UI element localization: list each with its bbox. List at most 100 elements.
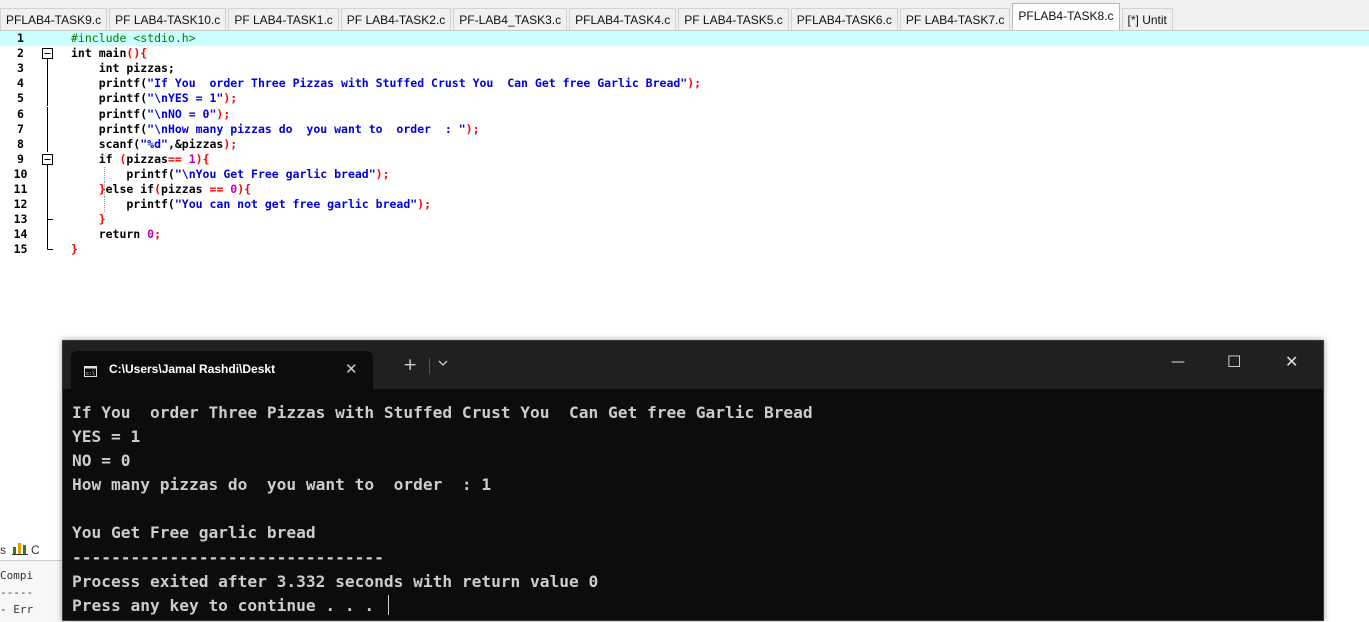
terminal-output[interactable]: If You order Three Pizzas with Stuffed C…: [72, 401, 813, 618]
code-text[interactable]: printf("If You order Three Pizzas with S…: [71, 76, 701, 91]
fold-guide: [41, 91, 63, 107]
code-text[interactable]: printf("\nNO = 0");: [71, 106, 231, 122]
code-token: scanf(: [71, 136, 141, 151]
code-line[interactable]: 11 }else if(pizzas == 0){: [0, 182, 1369, 197]
code-line[interactable]: 2 int main(){: [0, 46, 1369, 62]
line-number: 6: [17, 106, 24, 121]
fold-guide: [41, 227, 63, 243]
code-text[interactable]: int main(){: [71, 46, 147, 61]
code-token: ==: [167, 151, 189, 166]
line-number: 4: [17, 76, 24, 91]
indent-guide: [104, 182, 105, 197]
code-text[interactable]: if (pizzas== 1){: [71, 152, 210, 167]
file-tab[interactable]: PFLAB4-TASK6.c: [790, 8, 898, 30]
code-line[interactable]: 7 printf("\nHow many pizzas do you want …: [0, 121, 1369, 137]
code-line[interactable]: 3 int pizzas;: [0, 61, 1369, 77]
terminal-line-text: NO = 0: [72, 451, 131, 471]
code-text[interactable]: printf("You can not get free garlic brea…: [71, 197, 431, 212]
compiler-log-line: -----: [0, 586, 34, 599]
code-token: ;: [154, 227, 162, 242]
code-token: ){: [195, 151, 210, 166]
code-line[interactable]: 12 printf("You can not get free garlic b…: [0, 197, 1369, 213]
code-text[interactable]: #include <stdio.h>: [71, 31, 196, 46]
file-tab[interactable]: PF LAB4-TASK7.c: [899, 8, 1011, 30]
line-number: 13: [13, 212, 28, 227]
terminal-line-text: Press any key to continue . . .: [72, 595, 384, 615]
line-number: 1: [17, 31, 24, 45]
code-line[interactable]: 5 printf("\nYES = 1");: [0, 91, 1369, 107]
file-tab[interactable]: PFLAB4-TASK9.c: [0, 8, 108, 30]
file-tab[interactable]: PFLAB4-TASK8.c: [1012, 3, 1120, 30]
code-token: ==: [209, 182, 231, 196]
panel-tab-letter[interactable]: C: [31, 543, 40, 557]
code-line[interactable]: 1 #include <stdio.h>: [0, 31, 1369, 46]
file-tab[interactable]: [*] Untit: [1121, 8, 1173, 30]
code-line[interactable]: 4 printf("If You order Three Pizzas with…: [0, 76, 1369, 92]
line-number: 9: [17, 151, 24, 166]
code-text[interactable]: }else if(pizzas == 0){: [71, 182, 251, 197]
file-tab[interactable]: PF LAB4-TASK1.c: [228, 8, 339, 30]
code-line[interactable]: 15}: [0, 242, 1369, 257]
code-token: ,&pizzas: [167, 136, 224, 151]
code-token: main: [98, 46, 127, 61]
fold-guide: [41, 212, 63, 228]
code-text[interactable]: printf("\nYES = 1");: [71, 91, 238, 106]
terminal-tab[interactable]: c:\ C:\Users\Jamal Rashdi\Deskt ✕: [71, 351, 373, 389]
line-number: 8: [17, 136, 24, 151]
code-token: printf(: [71, 76, 148, 91]
file-tab[interactable]: PF LAB4-TASK5.c: [678, 8, 789, 30]
code-token: pizzas: [126, 151, 168, 166]
editor-tab-bar: PFLAB4-TASK9.c PF LAB4-TASK10.c PF LAB4-TA…: [0, 0, 1369, 31]
terminal-window[interactable]: c:\ C:\Users\Jamal Rashdi\Deskt ✕ + — ☐ …: [62, 340, 1324, 621]
fold-guide: [41, 106, 63, 122]
file-tab[interactable]: PF-LAB4_TASK3.c: [453, 8, 568, 30]
code-token: "If You order Three Pizzas with Stuffed …: [147, 76, 688, 91]
code-text[interactable]: printf("\nHow many pizzas do you want to…: [71, 122, 480, 137]
chevron-down-icon[interactable]: [437, 356, 449, 374]
terminal-line-text: How many pizzas do you want to order : 1: [72, 475, 492, 495]
new-tab-button[interactable]: +: [403, 355, 417, 375]
code-token: }: [71, 182, 106, 196]
code-text[interactable]: }: [71, 212, 106, 227]
fold-toggle-icon[interactable]: [41, 46, 63, 62]
code-token: printf(: [71, 106, 148, 121]
code-line[interactable]: 6 printf("\nNO = 0");: [0, 106, 1369, 122]
code-line[interactable]: 14 return 0;: [0, 227, 1369, 243]
file-tab[interactable]: PF LAB4-TASK10.c: [109, 8, 227, 30]
code-token: #include <stdio.h>: [71, 31, 196, 45]
line-number: 2: [17, 46, 24, 61]
code-token: else if: [105, 182, 155, 196]
code-line[interactable]: 8 scanf("%d",&pizzas);: [0, 136, 1369, 152]
bar-chart-icon[interactable]: [12, 541, 28, 555]
code-text[interactable]: int pizzas;: [71, 61, 175, 76]
fold-gutter: [41, 31, 63, 46]
code-token: );: [375, 166, 390, 181]
fold-guide: [41, 182, 63, 197]
panel-tab-fragment[interactable]: s: [0, 543, 6, 557]
terminal-line-text: YES = 1: [72, 427, 141, 447]
code-line[interactable]: 9 if (pizzas== 1){: [0, 152, 1369, 167]
window-close-button[interactable]: ✕: [1285, 352, 1298, 371]
compiler-log-line: Compi: [0, 569, 34, 582]
text-cursor: [387, 594, 389, 615]
code-token: printf(: [71, 197, 175, 212]
indent-guide: [104, 166, 105, 182]
file-tab[interactable]: PF LAB4-TASK2.c: [340, 8, 452, 30]
minimize-button[interactable]: —: [1171, 354, 1185, 370]
code-token: );: [223, 136, 238, 151]
code-token: return: [71, 227, 148, 242]
code-text[interactable]: return 0;: [71, 227, 161, 242]
maximize-button[interactable]: ☐: [1227, 352, 1241, 371]
file-tab[interactable]: PFLAB4-TASK4.c: [569, 8, 677, 30]
code-text[interactable]: scanf("%d",&pizzas);: [71, 136, 238, 152]
code-line[interactable]: 10 printf("\nYou Get Free garlic bread")…: [0, 166, 1369, 182]
fold-toggle-icon[interactable]: [41, 152, 63, 167]
title-separator: [429, 358, 430, 374]
code-text[interactable]: printf("\nYou Get Free garlic bread");: [71, 166, 390, 182]
terminal-title-bar[interactable]: c:\ C:\Users\Jamal Rashdi\Deskt ✕ + — ☐ …: [63, 341, 1323, 389]
code-text[interactable]: }: [71, 242, 78, 257]
code-line[interactable]: 13 }: [0, 212, 1369, 228]
code-token: }: [71, 212, 106, 227]
tab-close-icon[interactable]: ✕: [345, 360, 358, 378]
